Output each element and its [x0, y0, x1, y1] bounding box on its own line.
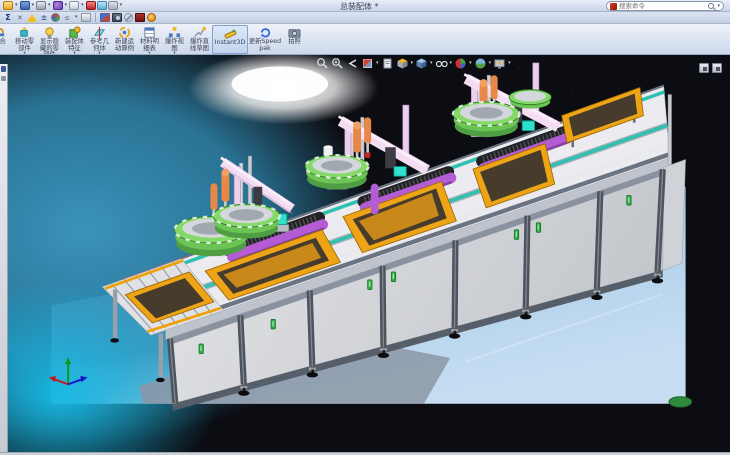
scene-icon[interactable]	[147, 13, 156, 22]
undo-icon[interactable]	[53, 1, 63, 10]
open-caret[interactable]	[15, 1, 18, 10]
floor-green-object	[669, 397, 692, 408]
zoom-to-fit-icon[interactable]	[316, 57, 329, 70]
trim-icon[interactable]	[15, 13, 25, 22]
material-icon[interactable]	[135, 13, 145, 22]
search-input[interactable]	[619, 2, 705, 10]
file-properties-icon[interactable]	[97, 1, 107, 10]
select-caret[interactable]	[81, 1, 84, 10]
3d-scene[interactable]	[0, 55, 730, 452]
warning-icon[interactable]	[27, 14, 37, 22]
camera-icon[interactable]	[112, 13, 122, 22]
feature-manager-collapsed-strip[interactable]	[0, 64, 8, 452]
ribbon-button-reference-geometry[interactable]: 参考几何体	[87, 25, 112, 54]
pane-toggle-2[interactable]	[712, 63, 722, 73]
options-icon[interactable]	[108, 1, 118, 10]
window-title: 总装配体 *	[340, 1, 379, 12]
graphics-viewport[interactable]	[0, 55, 730, 452]
screen-capture-icon[interactable]	[81, 13, 91, 22]
ribbon-button-update-speedpak[interactable]: 更新Speedpak	[248, 25, 282, 54]
bowl-feeder-2	[305, 155, 368, 189]
apply-scene-icon[interactable]	[474, 57, 487, 70]
zoom-to-area-icon[interactable]	[331, 57, 344, 70]
search-box[interactable]	[606, 1, 724, 11]
viewport-pane-buttons	[699, 63, 722, 73]
heads-up-view-toolbar	[316, 57, 511, 70]
save-icon[interactable]	[20, 1, 30, 10]
ribbon-button-instant3d[interactable]: Instant3D	[212, 25, 248, 54]
bowl-feeder-3	[453, 102, 520, 137]
tools-toolbar	[0, 12, 730, 24]
rebuild-icon[interactable]	[86, 1, 96, 10]
solidworks-window: 总装配体 * 配合 移动零部件	[0, 0, 730, 455]
ribbon-button-move-component[interactable]: 移动零部件	[12, 25, 37, 54]
ribbon-button-exploded-view[interactable]: 爆炸视图	[162, 25, 187, 54]
undo-caret[interactable]	[65, 1, 68, 10]
print-icon[interactable]	[36, 1, 46, 10]
ribbon-button-take-snapshot[interactable]: 拍照	[282, 25, 307, 54]
ribbon-button-assembly-features[interactable]: 装配体特征	[62, 25, 87, 54]
search-caret[interactable]	[717, 3, 720, 9]
pane-toggle-1[interactable]	[699, 63, 709, 73]
open-icon[interactable]	[3, 1, 13, 10]
section-view-icon[interactable]	[361, 57, 374, 70]
compare-caret[interactable]	[75, 13, 78, 22]
render-disabled-icon[interactable]	[124, 13, 133, 22]
hide-show-items-icon[interactable]	[435, 57, 448, 70]
ribbon-button-bill-of-materials[interactable]: 材料明细表	[137, 25, 162, 54]
print-caret[interactable]	[48, 1, 51, 10]
ribbon-button-mate[interactable]: 配合	[0, 25, 12, 54]
search-icon[interactable]	[707, 2, 715, 10]
preview-window-icon[interactable]	[100, 13, 110, 22]
solidworks-logo-icon	[610, 3, 617, 10]
display-style-icon[interactable]	[415, 57, 428, 70]
options-caret[interactable]	[120, 1, 123, 10]
command-manager-ribbon: 配合 移动零部件 显示隐藏的零部件 装配体特征 参考几何体 新建运动算例 材料明…	[0, 24, 730, 55]
view-settings-icon[interactable]	[493, 57, 506, 70]
equations-sigma-icon[interactable]	[3, 13, 13, 22]
assembly-tree-icon	[1, 66, 6, 72]
bowl-feeder-3b	[509, 90, 551, 109]
panel-grip-icon	[1, 76, 6, 81]
compare-icon[interactable]	[62, 13, 72, 22]
appearance-color-icon[interactable]	[51, 13, 60, 22]
titlebar: 总装配体 *	[0, 0, 730, 12]
annotations-icon[interactable]	[381, 57, 394, 70]
ribbon-button-new-motion-study[interactable]: 新建运动算例	[112, 25, 137, 54]
ribbon-button-show-hidden[interactable]: 显示隐藏的零部件	[37, 25, 62, 54]
ribbon-button-explode-line-sketch[interactable]: 爆炸直线草图	[187, 25, 212, 54]
bowl-feeder-1b	[213, 204, 280, 238]
select-icon[interactable]	[69, 1, 79, 10]
save-caret[interactable]	[32, 1, 35, 10]
previous-view-icon[interactable]	[346, 57, 359, 70]
view-orientation-icon[interactable]	[396, 57, 409, 70]
quick-access-toolbar	[3, 1, 123, 10]
plus-minus-icon[interactable]	[39, 13, 49, 22]
toolbar-separator	[95, 13, 96, 22]
edit-appearance-icon[interactable]	[454, 57, 467, 70]
